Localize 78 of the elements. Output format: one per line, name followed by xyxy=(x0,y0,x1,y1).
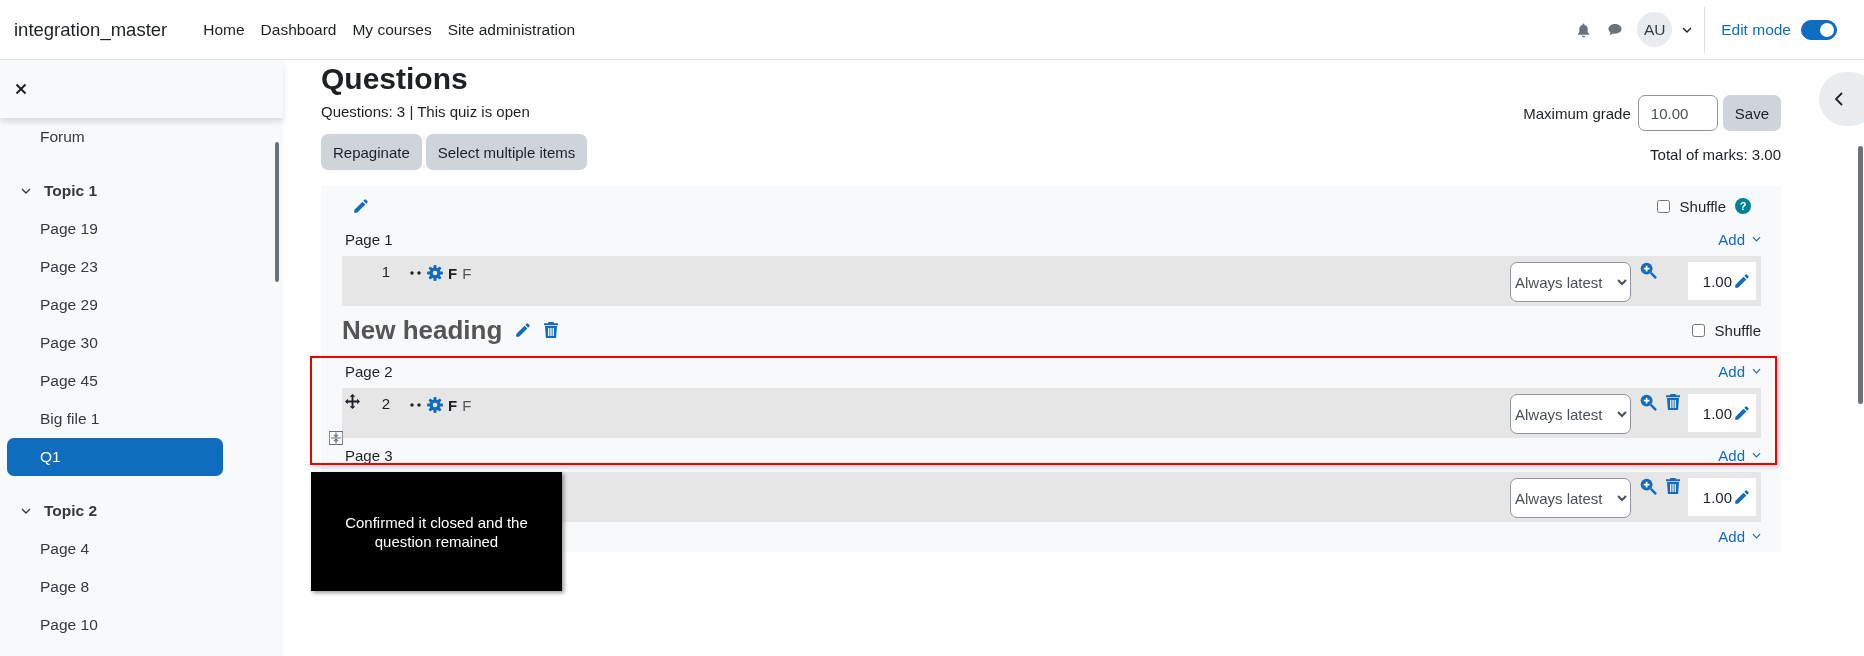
sidebar-item[interactable]: Page 29 xyxy=(7,286,223,324)
sidebar-item[interactable]: Page 10 xyxy=(7,606,223,644)
sidebar-item[interactable]: Forum xyxy=(7,118,223,156)
question-text: F xyxy=(462,265,472,282)
question-mark[interactable]: 1.00 xyxy=(1688,394,1756,432)
version-select[interactable]: Always latest xyxy=(1510,262,1631,302)
edit-mode-toggle[interactable] xyxy=(1801,19,1837,40)
question-number: 2 xyxy=(380,395,392,412)
add-menu-link[interactable]: Add xyxy=(1718,230,1761,248)
maximum-grade-label: Maximum grade xyxy=(1523,104,1631,122)
version-select[interactable]: Always latest xyxy=(1510,394,1631,434)
add-menu-link[interactable]: Add xyxy=(1718,362,1761,380)
quiz-summary: Questions: 3 | This quiz is open xyxy=(321,102,531,122)
nav-link[interactable]: My courses xyxy=(352,20,432,39)
shuffle-label: Shuffle xyxy=(1679,197,1726,215)
page-title: Questions xyxy=(321,61,469,97)
page-label: Page 2 xyxy=(345,362,393,380)
delete-icon[interactable] xyxy=(544,322,559,338)
zoom-in-icon[interactable] xyxy=(1640,478,1657,495)
zoom-in-icon[interactable] xyxy=(1640,394,1657,411)
close-icon[interactable] xyxy=(15,83,27,95)
maximum-grade-field[interactable]: 10.00 xyxy=(1637,95,1718,131)
add-menu-link[interactable]: Add xyxy=(1718,527,1761,545)
caret-icon[interactable] xyxy=(1682,26,1693,33)
sidebar-item[interactable]: Page 30 xyxy=(7,324,223,362)
shuffle-checkbox[interactable] xyxy=(1656,199,1670,213)
nav-link[interactable]: Home xyxy=(203,20,245,39)
sidebar-item[interactable]: Page 19 xyxy=(7,210,223,248)
question-name[interactable]: F xyxy=(448,397,458,414)
section-heading: New heading xyxy=(342,314,503,346)
move-icon[interactable] xyxy=(345,394,360,409)
scrollbar-thumb[interactable] xyxy=(1858,146,1863,404)
bell-icon[interactable] xyxy=(1576,21,1592,38)
user-avatar[interactable]: AU xyxy=(1637,12,1673,47)
shuffle-checkbox[interactable] xyxy=(1691,323,1705,337)
settings-icon[interactable] xyxy=(427,265,443,281)
dots-icon xyxy=(410,403,422,407)
action-button[interactable]: Select multiple items xyxy=(425,134,588,170)
action-button[interactable]: Repaginate xyxy=(321,134,422,170)
delete-icon[interactable] xyxy=(1665,478,1680,494)
page-label: Page 3 xyxy=(345,446,393,464)
question-text: F xyxy=(462,397,472,414)
settings-icon[interactable] xyxy=(427,397,443,413)
chevron-icon[interactable] xyxy=(21,188,31,194)
sidebar-item[interactable]: Q1 xyxy=(7,438,223,476)
dots-icon xyxy=(410,271,422,275)
edit-mode-label: Edit mode xyxy=(1721,20,1791,39)
nav-link[interactable]: Site administration xyxy=(447,20,576,39)
save-button[interactable]: Save xyxy=(1722,95,1781,131)
help-icon[interactable]: ? xyxy=(1735,198,1751,214)
question-name[interactable]: F xyxy=(448,265,458,282)
page-label: Page 1 xyxy=(345,230,393,248)
sidebar-item[interactable]: Page 8 xyxy=(7,568,223,606)
annotation-note: Confirmed it closed and the question remained xyxy=(311,472,562,591)
shuffle-label: Shuffle xyxy=(1714,321,1761,339)
total-marks: Total of marks: 3.00 xyxy=(1650,145,1781,165)
drawer-toggle-button[interactable] xyxy=(1819,72,1864,126)
sidebar-item[interactable]: Page 4 xyxy=(7,530,223,568)
edit-icon[interactable] xyxy=(352,197,370,215)
sidebar-item[interactable]: Page 45 xyxy=(7,362,223,400)
chevron-left-icon[interactable] xyxy=(1835,92,1843,106)
sidebar-item[interactable]: Page 23 xyxy=(7,248,223,286)
join-pages-icon[interactable] xyxy=(328,430,344,446)
section-title[interactable]: Topic 2 xyxy=(44,502,98,520)
edit-icon[interactable] xyxy=(514,321,533,339)
question-mark[interactable]: 1.00 xyxy=(1688,262,1756,300)
site-name[interactable]: integration_master xyxy=(14,18,168,41)
version-select[interactable]: Always latest xyxy=(1510,478,1631,518)
add-menu-link[interactable]: Add xyxy=(1718,446,1761,464)
chevron-icon[interactable] xyxy=(21,508,31,514)
sidebar-item[interactable]: Big file 1 xyxy=(7,400,223,438)
delete-icon[interactable] xyxy=(1665,394,1680,410)
nav-link[interactable]: Dashboard xyxy=(260,20,337,39)
zoom-in-icon[interactable] xyxy=(1640,262,1657,279)
chat-icon[interactable] xyxy=(1607,22,1624,37)
question-number: 1 xyxy=(380,263,392,280)
section-title[interactable]: Topic 1 xyxy=(44,182,98,200)
question-mark[interactable]: 1.00 xyxy=(1688,478,1756,516)
